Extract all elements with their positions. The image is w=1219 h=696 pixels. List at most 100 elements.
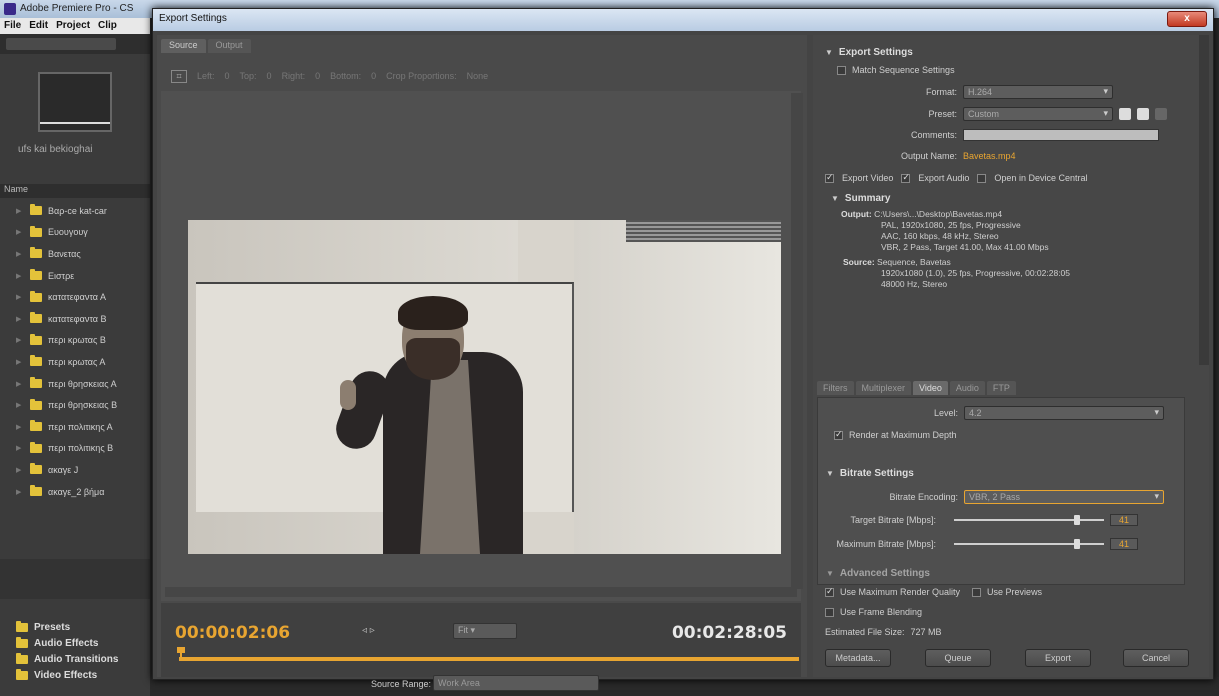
- timeline-bar[interactable]: [179, 657, 799, 661]
- expand-arrow-icon[interactable]: ▶: [16, 444, 24, 452]
- metadata-button[interactable]: Metadata...: [825, 649, 891, 667]
- crop-bottom-value[interactable]: 0: [371, 71, 376, 81]
- slider-knob[interactable]: [1074, 515, 1080, 525]
- expand-arrow-icon[interactable]: ▶: [16, 207, 24, 215]
- bin-item[interactable]: ▶ Βανετας: [0, 243, 150, 265]
- bin-item[interactable]: ▶ ακαγε_2 βήμα: [0, 481, 150, 503]
- expand-arrow-icon[interactable]: ▶: [16, 228, 24, 236]
- preset-select[interactable]: Custom: [963, 107, 1113, 121]
- export-button[interactable]: Export: [1025, 649, 1091, 667]
- folder-icon: [30, 290, 42, 302]
- crop-left-value[interactable]: 0: [225, 71, 230, 81]
- frame-blending-checkbox[interactable]: [825, 607, 834, 617]
- in-out-mark-buttons[interactable]: ◃ ▹: [362, 625, 375, 636]
- menu-clip[interactable]: Clip: [98, 20, 117, 32]
- tab-audio[interactable]: Audio: [949, 381, 985, 395]
- expand-arrow-icon[interactable]: ▶: [16, 272, 24, 280]
- expand-arrow-icon[interactable]: ▶: [16, 423, 24, 431]
- bin-item[interactable]: ▶ Βαρ-ce kat-car: [0, 200, 150, 222]
- project-tab[interactable]: [6, 38, 116, 50]
- expand-arrow-icon[interactable]: ▶: [16, 401, 24, 409]
- tab-filters[interactable]: Filters: [817, 381, 854, 395]
- menu-edit[interactable]: Edit: [29, 20, 48, 32]
- preview-vertical-scrollbar[interactable]: [791, 93, 803, 589]
- expand-arrow-icon[interactable]: ▶: [16, 380, 24, 388]
- format-select[interactable]: H.264: [963, 85, 1113, 99]
- effects-item-presets[interactable]: Presets: [0, 619, 150, 635]
- bin-item[interactable]: ▶ κατατεφαντα Α: [0, 286, 150, 308]
- preview-horizontal-scrollbar[interactable]: [165, 587, 797, 597]
- expand-arrow-icon[interactable]: ▶: [16, 488, 24, 496]
- export-audio-checkbox[interactable]: [901, 172, 911, 183]
- crop-bottom-label: Bottom:: [330, 71, 362, 81]
- bin-item[interactable]: ▶ περι πολιτικης Β: [0, 438, 150, 460]
- max-render-quality-checkbox[interactable]: [825, 586, 834, 597]
- playhead-handle[interactable]: [177, 647, 185, 661]
- expand-arrow-icon[interactable]: ▶: [16, 466, 24, 474]
- menu-project[interactable]: Project: [56, 20, 90, 32]
- output-name-link[interactable]: Bavetas.mp4: [963, 151, 1016, 161]
- bin-item[interactable]: ▶ περι κρωτας Α: [0, 351, 150, 373]
- effects-item-audio-transitions[interactable]: Audio Transitions: [0, 651, 150, 667]
- crop-top-value[interactable]: 0: [267, 71, 272, 81]
- match-sequence-checkbox[interactable]: [837, 65, 846, 75]
- bin-item[interactable]: ▶ ακαγε J: [0, 459, 150, 481]
- slider-knob[interactable]: [1074, 539, 1080, 549]
- open-device-central-checkbox[interactable]: [977, 173, 987, 183]
- cancel-button[interactable]: Cancel: [1123, 649, 1189, 667]
- target-bitrate-slider[interactable]: [954, 515, 1104, 525]
- export-settings-header[interactable]: ▼ Export Settings: [825, 47, 913, 58]
- use-previews-checkbox[interactable]: [972, 587, 982, 597]
- queue-button[interactable]: Queue: [925, 649, 991, 667]
- tab-video[interactable]: Video: [913, 381, 948, 395]
- target-bitrate-value[interactable]: 41: [1110, 514, 1138, 526]
- comments-input[interactable]: [963, 129, 1159, 141]
- source-output-tabs: Source Output: [157, 35, 807, 53]
- effects-item-video-effects[interactable]: Video Effects: [0, 667, 150, 683]
- delete-preset-icon[interactable]: [1155, 108, 1167, 120]
- max-bitrate-slider[interactable]: [954, 539, 1104, 549]
- bitrate-encoding-select[interactable]: VBR, 2 Pass: [964, 490, 1164, 504]
- match-sequence-row[interactable]: Match Sequence Settings: [837, 65, 955, 75]
- settings-scrollbar[interactable]: [1199, 35, 1209, 365]
- render-max-depth-row[interactable]: Render at Maximum Depth: [834, 429, 957, 440]
- source-range-select[interactable]: Work Area: [433, 675, 599, 691]
- export-video-checkbox[interactable]: [825, 172, 834, 183]
- bin-item[interactable]: ▶ περι πολιτικης Α: [0, 416, 150, 438]
- tab-output[interactable]: Output: [207, 39, 251, 53]
- crop-icon[interactable]: ⌗: [171, 69, 187, 83]
- current-timecode[interactable]: 00:00:02:06: [175, 623, 290, 643]
- tab-ftp[interactable]: FTP: [986, 381, 1016, 395]
- menu-file[interactable]: File: [4, 20, 21, 32]
- bitrate-settings-header[interactable]: ▼ Bitrate Settings: [826, 468, 914, 479]
- expand-arrow-icon[interactable]: ▶: [16, 293, 24, 301]
- expand-arrow-icon[interactable]: ▶: [16, 336, 24, 344]
- tab-source[interactable]: Source: [161, 39, 206, 53]
- import-preset-icon[interactable]: [1137, 108, 1149, 120]
- bin-item[interactable]: ▶ Ευουγουγ: [0, 222, 150, 244]
- bitrate-encoding-row: Bitrate Encoding: VBR, 2 Pass: [838, 490, 1164, 504]
- expand-arrow-icon[interactable]: ▶: [16, 315, 24, 323]
- close-button[interactable]: x: [1167, 11, 1207, 27]
- bin-item[interactable]: ▶ κατατεφαντα Β: [0, 308, 150, 330]
- advanced-settings-header[interactable]: ▼ Advanced Settings: [826, 568, 930, 579]
- name-column-header[interactable]: Name: [0, 184, 150, 198]
- tab-multiplexer[interactable]: Multiplexer: [855, 381, 912, 395]
- save-preset-icon[interactable]: [1119, 108, 1131, 120]
- bin-item[interactable]: ▶ Eιστρε: [0, 265, 150, 287]
- render-max-depth-checkbox[interactable]: [834, 429, 843, 440]
- expand-arrow-icon[interactable]: ▶: [16, 358, 24, 366]
- effects-item-audio-effects[interactable]: Audio Effects: [0, 635, 150, 651]
- fit-select[interactable]: Fit ▾: [453, 623, 517, 639]
- crop-proportions-select[interactable]: None: [467, 71, 489, 81]
- dialog-titlebar: Export Settings x: [153, 9, 1213, 31]
- bin-item[interactable]: ▶ περι θρησκειας Α: [0, 373, 150, 395]
- frame-blending-row[interactable]: Use Frame Blending: [825, 607, 922, 617]
- max-bitrate-value[interactable]: 41: [1110, 538, 1138, 550]
- expand-arrow-icon[interactable]: ▶: [16, 250, 24, 258]
- level-select[interactable]: 4.2: [964, 406, 1164, 420]
- crop-right-value[interactable]: 0: [315, 71, 320, 81]
- bin-item[interactable]: ▶ περι θρησκειας Β: [0, 394, 150, 416]
- bin-item[interactable]: ▶ περι κρωτας Β: [0, 330, 150, 352]
- summary-header[interactable]: ▼ Summary: [831, 193, 891, 204]
